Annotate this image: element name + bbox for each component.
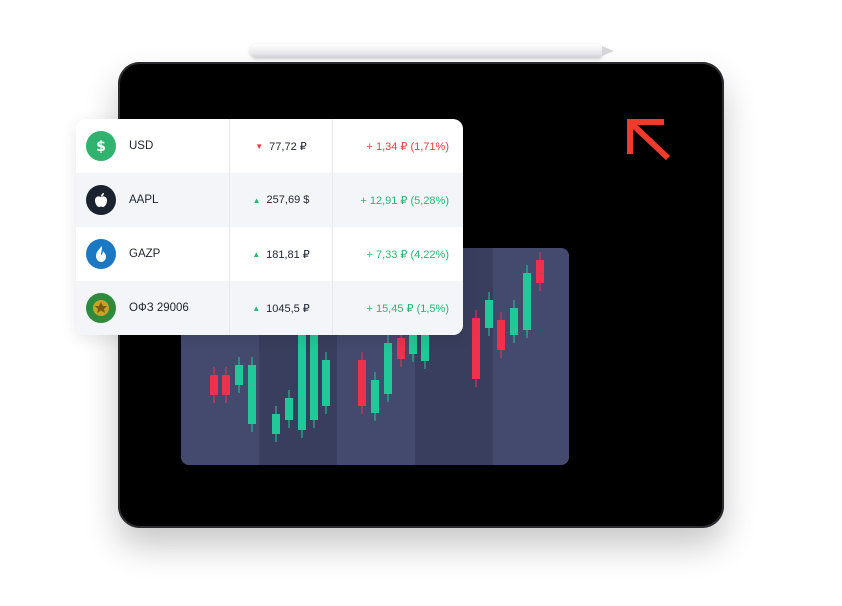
quote-row[interactable]: $ USD ▼ 77,72 ₽ + 1,34 ₽ (1,71%) (76, 119, 463, 173)
quote-price-cell: ▲ 1045,5 ₽ (230, 281, 333, 335)
stylus (250, 44, 614, 58)
quote-name-cell: GAZP (76, 227, 230, 281)
candle-body (536, 260, 544, 283)
quote-change: + 7,33 ₽ (4,22%) (366, 248, 449, 261)
quote-ticker: GAZP (129, 248, 161, 260)
candle-body (248, 365, 256, 424)
candle-body (510, 308, 518, 335)
candle-body (358, 360, 366, 406)
candle-body (523, 273, 531, 330)
quote-name-cell: AAPL (76, 173, 230, 227)
candle-body (397, 338, 405, 359)
candle-body (210, 375, 218, 395)
candle-body (322, 360, 330, 406)
quote-ticker: ОФЗ 29006 (129, 302, 189, 314)
quote-price-cell: ▲ 181,81 ₽ (230, 227, 333, 281)
quote-price-cell: ▼ 77,72 ₽ (230, 119, 333, 173)
quote-ticker: AAPL (129, 194, 159, 206)
arrow-up-left-icon (627, 119, 671, 161)
quote-change: + 15,45 ₽ (1,5%) (366, 302, 449, 315)
candle-body (235, 365, 243, 385)
candle-body (371, 380, 379, 413)
quote-row[interactable]: ОФЗ 29006 ▲ 1045,5 ₽ + 15,45 ₽ (1,5%) (76, 281, 463, 335)
candle-body (384, 343, 392, 394)
quote-price: 1045,5 ₽ (266, 302, 310, 315)
svg-text:$: $ (96, 139, 106, 154)
quote-change: + 12,91 ₽ (5,28%) (360, 194, 449, 207)
candle-body (285, 398, 293, 420)
quotes-table: $ USD ▼ 77,72 ₽ + 1,34 ₽ (1,71%) AAPL ▲ … (76, 119, 463, 335)
quote-price: 181,81 ₽ (266, 248, 310, 261)
stylus-tip (602, 46, 614, 56)
quote-price: 257,69 $ (266, 194, 310, 206)
arrow-up-icon: ▲ (252, 303, 261, 313)
quote-name-cell: ОФЗ 29006 (76, 281, 230, 335)
candle-body (472, 318, 480, 379)
arrow-up-icon: ▲ (252, 195, 261, 205)
candle-body (485, 300, 493, 328)
quote-row[interactable]: AAPL ▲ 257,69 $ + 12,91 ₽ (5,28%) (76, 173, 463, 227)
arrow-up-icon: ▲ (252, 249, 261, 259)
quote-ticker: USD (129, 140, 154, 152)
candle-body (222, 375, 230, 395)
quote-change: + 1,34 ₽ (1,71%) (366, 140, 449, 153)
emblem-icon (86, 293, 116, 323)
gazprom-flame-icon (86, 239, 116, 269)
quote-price-cell: ▲ 257,69 $ (230, 173, 333, 227)
candle-body (272, 414, 280, 434)
arrow-down-icon: ▼ (255, 141, 264, 151)
quote-row[interactable]: GAZP ▲ 181,81 ₽ + 7,33 ₽ (4,22%) (76, 227, 463, 281)
candle-body (497, 320, 505, 350)
apple-icon (86, 185, 116, 215)
quote-name-cell: $ USD (76, 119, 230, 173)
dollar-icon: $ (86, 131, 116, 161)
quote-price: 77,72 ₽ (269, 140, 307, 153)
